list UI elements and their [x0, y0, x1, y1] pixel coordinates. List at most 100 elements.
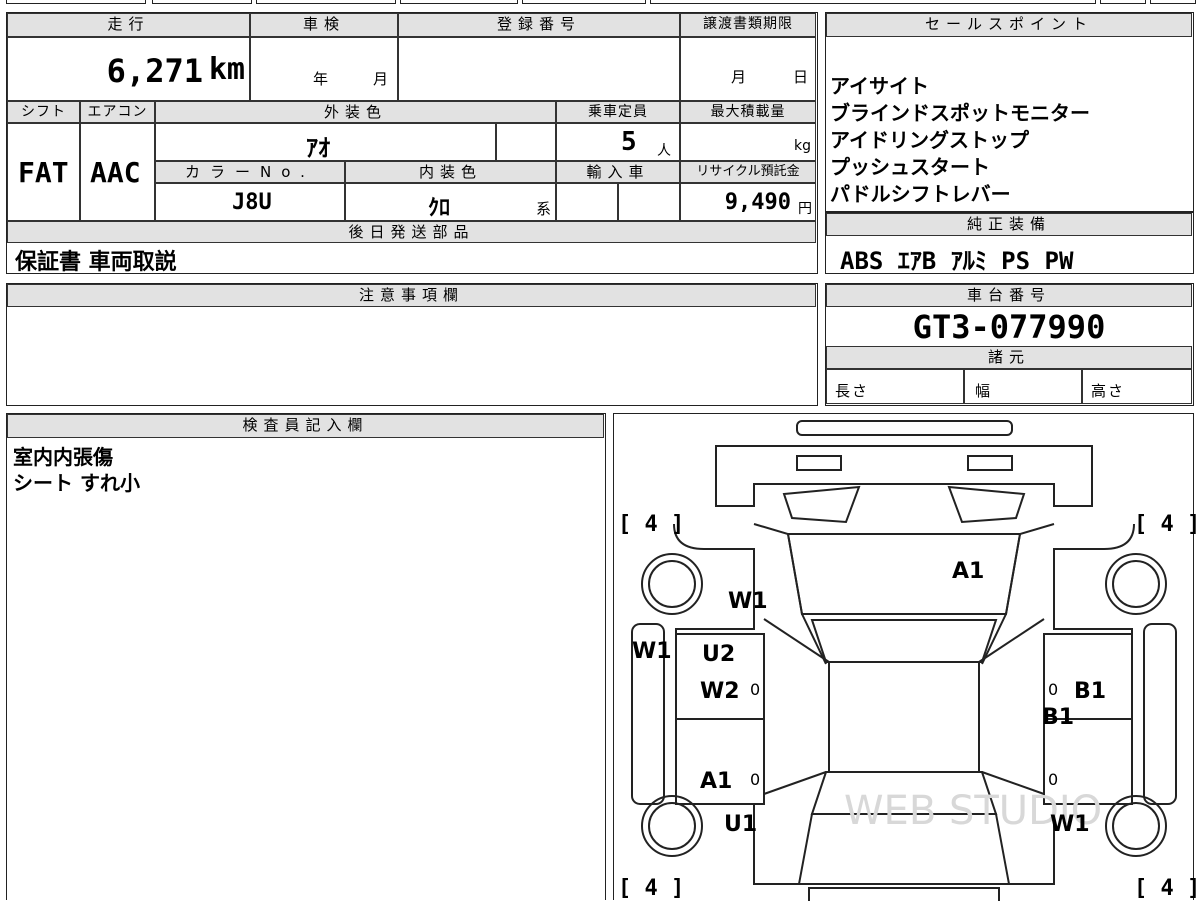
- damage-mark: 0: [750, 770, 761, 789]
- shift-value: FAT: [18, 156, 69, 189]
- capacity-label: 乗車定員: [556, 101, 680, 123]
- interior-color-suffix: 系: [535, 200, 551, 218]
- damage-mark: 0: [750, 680, 761, 699]
- max-load-cell: kg: [680, 123, 816, 161]
- transfer-month-unit: 月: [731, 68, 747, 86]
- damage-mark: W1: [1050, 812, 1090, 837]
- damage-mark: W1: [632, 639, 672, 664]
- spec-height-cell: 高さ: [1082, 369, 1192, 404]
- equipment-label: 純正装備: [826, 213, 1192, 236]
- car-diagram-box: WEB STUDIO [ 4 ] [ 4 ] [ 4 ] [ 4 ] A1 W1…: [613, 413, 1200, 901]
- sales-point-item: アイサイト: [830, 74, 929, 98]
- spec-length-cell: 長さ: [826, 369, 964, 404]
- aircon-value: AAC: [90, 156, 141, 189]
- transfer-deadline-cell: 月 日: [680, 37, 816, 101]
- recycle-value: 9,490: [724, 190, 791, 215]
- spec-width-cell: 幅: [964, 369, 1082, 404]
- capacity-unit: 人: [657, 143, 671, 159]
- vehicle-info-block: 走行 車検 登録番号 譲渡書類期限 6,271 km 年 月 月 日 シフト エ…: [6, 12, 818, 275]
- tire-fl-value: [ 4 ]: [618, 512, 685, 537]
- sales-point-item: アイドリングストップ: [830, 128, 1029, 152]
- shift-cell: FAT: [7, 123, 80, 221]
- notes-box: 注意事項欄: [6, 283, 818, 406]
- transfer-day-unit: 日: [793, 68, 809, 86]
- sales-points-box: セールスポイント アイサイト ブラインドスポットモニター アイドリングストップ …: [825, 12, 1194, 212]
- damage-mark: U2: [702, 642, 736, 667]
- exterior-color-cell: ｱｵ: [155, 123, 496, 161]
- notes-label: 注意事項欄: [7, 284, 816, 307]
- rear-light-right: [967, 455, 1013, 471]
- specs-label: 諸元: [826, 346, 1192, 369]
- registration-label: 登録番号: [398, 13, 680, 37]
- color-no-value: J8U: [232, 190, 272, 215]
- right-door-outer: [1143, 623, 1177, 805]
- front-bumper: [808, 887, 1000, 901]
- spec-length-label: 長さ: [835, 382, 870, 400]
- import-cell-1: [556, 183, 618, 221]
- interior-color-label: 内装色: [345, 161, 556, 183]
- inspection-year-unit: 年: [313, 70, 329, 88]
- rear-lamp-right: [947, 485, 1026, 524]
- damage-mark: A1: [952, 559, 985, 584]
- color-no-cell: J8U: [155, 183, 345, 221]
- mileage-label: 走行: [7, 13, 250, 37]
- exterior-color-value: ｱｵ: [306, 134, 330, 161]
- import-label: 輸入車: [556, 161, 680, 183]
- import-cell-2: [618, 183, 680, 221]
- shift-label: シフト: [7, 101, 80, 123]
- tire-rr-value: [ 4 ]: [1134, 876, 1200, 901]
- recycle-label: リサイクル預託金: [680, 161, 816, 183]
- sales-points-list: アイサイト ブラインドスポットモニター アイドリングストップ プッシュスタート …: [830, 73, 1090, 208]
- damage-mark: A1: [700, 769, 733, 794]
- wheel-front-left: [641, 795, 703, 857]
- inspection-label: 車検: [250, 13, 398, 37]
- equipment-box: 純正装備 ABS ｴｱB ｱﾙﾐ PS PW: [825, 212, 1194, 275]
- aircon-cell: AAC: [80, 123, 155, 221]
- exterior-color-extra: [496, 123, 556, 161]
- rear-bumper-slot: [796, 420, 1013, 436]
- wheel-front-right: [1105, 795, 1167, 857]
- equipment-value: ABS ｴｱB ｱﾙﾐ PS PW: [840, 247, 1074, 275]
- top-strip: [6, 0, 1196, 6]
- mileage-unit: km: [208, 52, 245, 87]
- spec-width-label: 幅: [975, 382, 993, 400]
- tire-rl-value: [ 4 ]: [618, 876, 685, 901]
- damage-mark: B1: [1074, 679, 1107, 704]
- color-no-label: カラーNo.: [155, 161, 345, 183]
- exterior-color-label: 外装色: [155, 101, 556, 123]
- roof-panel: [828, 661, 980, 773]
- chassis-box: 車台番号 GT3-077990 諸元 長さ 幅 高さ: [825, 283, 1194, 406]
- sales-point-item: ブラインドスポットモニター: [830, 101, 1090, 125]
- damage-mark: 0: [1048, 770, 1059, 789]
- inspector-notes: 室内内張傷 シート すれ小: [13, 444, 140, 496]
- interior-color-value: ｸﾛ: [428, 196, 451, 221]
- rear-lamp-left: [782, 485, 861, 524]
- max-load-label: 最大積載量: [680, 101, 816, 123]
- capacity-cell: 5 人: [556, 123, 680, 161]
- inspection-cell: 年 月: [250, 37, 398, 101]
- rear-section: [715, 445, 1093, 507]
- inspector-label: 検査員記入欄: [7, 414, 604, 438]
- damage-mark: B1: [1042, 705, 1075, 730]
- chassis-label: 車台番号: [826, 284, 1192, 307]
- inspector-note-line: シート すれ小: [13, 471, 140, 495]
- spec-height-label: 高さ: [1091, 382, 1126, 400]
- mileage-cell: 6,271 km: [7, 37, 250, 101]
- c-pillar: [810, 619, 998, 663]
- damage-mark: W2: [700, 679, 740, 704]
- capacity-value: 5: [621, 127, 637, 157]
- registration-cell: [398, 37, 680, 101]
- inspection-month-unit: 月: [373, 70, 389, 88]
- damage-mark: 0: [1048, 680, 1059, 699]
- mileage-value: 6,271: [106, 52, 203, 90]
- damage-mark: U1: [724, 812, 758, 837]
- rear-window: [786, 533, 1022, 615]
- later-parts-label: 後日発送部品: [7, 221, 816, 243]
- sales-points-label: セールスポイント: [826, 13, 1192, 37]
- tire-fr-value: [ 4 ]: [1134, 512, 1200, 537]
- sales-point-item: プッシュスタート: [830, 155, 990, 179]
- transfer-deadline-label: 譲渡書類期限: [680, 13, 816, 37]
- interior-color-cell: ｸﾛ 系: [345, 183, 556, 221]
- later-parts-value: 保証書 車両取説: [15, 250, 177, 275]
- sales-point-item: パドルシフトレバー: [830, 182, 1011, 206]
